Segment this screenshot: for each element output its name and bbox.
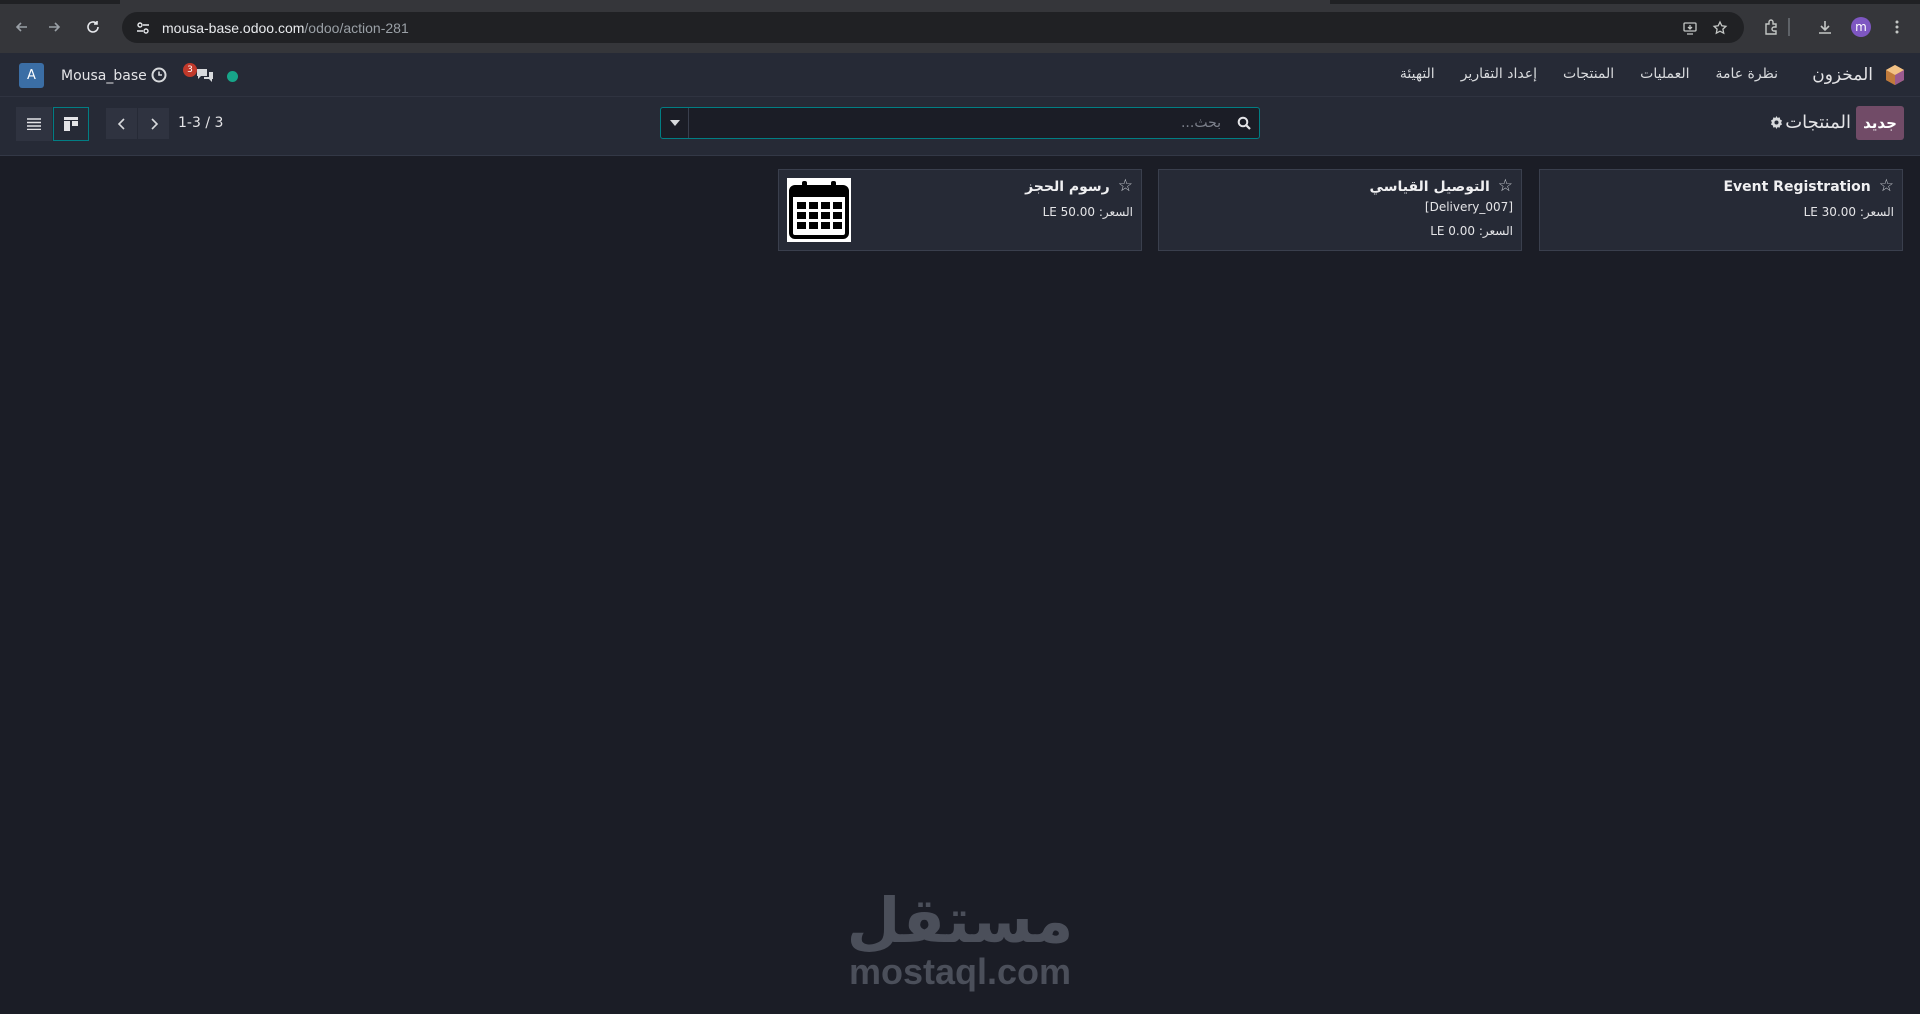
new-button[interactable]: جديد [1856, 106, 1904, 140]
favorite-star-icon[interactable]: ☆ [1879, 178, 1894, 195]
product-card[interactable]: ☆ التوصيل القياسي [Delivery_007] السعر: … [1158, 169, 1522, 251]
main-menu: نظرة عامة العمليات المنتجات إعداد التقار… [1400, 66, 1778, 82]
presence-status-dot [227, 71, 238, 82]
url-path: /odoo/action-281 [304, 19, 409, 36]
product-name: رسوم الحجز [1025, 178, 1110, 195]
product-price: السعر: LE 30.00 [1803, 205, 1894, 219]
downloads-icon[interactable] [1813, 15, 1837, 39]
gear-icon[interactable] [1767, 113, 1785, 131]
product-card[interactable]: ☆ رسوم الحجز السعر: LE 50.00 [778, 169, 1142, 251]
url-text[interactable]: mousa-base.odoo.com/odoo/action-281 [162, 20, 409, 36]
activity-clock-icon[interactable] [149, 65, 169, 85]
menu-operations[interactable]: العمليات [1640, 66, 1689, 82]
pager-next-icon[interactable] [138, 108, 169, 139]
page-title: المنتجات [1785, 112, 1851, 133]
control-panel: جديد المنتجات 1-3 / 3 [0, 97, 1920, 156]
message-count-badge: 3 [183, 63, 197, 77]
company-avatar[interactable]: A [19, 63, 44, 88]
menu-configuration[interactable]: التهيئة [1400, 66, 1435, 82]
search-box [660, 107, 1260, 139]
app-name[interactable]: المخزون [1812, 65, 1873, 85]
profile-avatar[interactable]: m [1851, 17, 1871, 37]
pager-previous-icon[interactable] [106, 108, 137, 139]
reload-icon[interactable] [81, 15, 105, 39]
calendar-icon [789, 181, 849, 239]
search-options-toggle[interactable] [661, 108, 689, 138]
menu-reporting[interactable]: إعداد التقارير [1461, 66, 1537, 82]
favorite-star-icon[interactable]: ☆ [1498, 178, 1513, 195]
bookmark-star-icon[interactable] [1708, 16, 1732, 40]
watermark-arabic: مستقل [846, 884, 1074, 957]
product-name: التوصيل القياسي [1369, 178, 1490, 195]
search-icon[interactable] [1229, 108, 1259, 138]
database-name[interactable]: Mousa_base [61, 68, 147, 84]
forward-icon[interactable] [42, 15, 66, 39]
menu-overview[interactable]: نظرة عامة [1715, 66, 1778, 82]
product-image [787, 178, 851, 242]
product-price: السعر: LE 0.00 [1430, 224, 1513, 238]
user-area: A Mousa_base [19, 63, 147, 88]
menu-products[interactable]: المنتجات [1563, 66, 1614, 82]
watermark-latin: mostaql.com [848, 951, 1072, 992]
browser-toolbar: mousa-base.odoo.com/odoo/action-281 m [0, 0, 1920, 53]
pager-value[interactable]: 1-3 / 3 [178, 115, 223, 131]
product-reference: [Delivery_007] [1424, 200, 1513, 214]
favorite-star-icon[interactable]: ☆ [1118, 178, 1133, 195]
odoo-navbar: المخزون نظرة عامة العمليات المنتجات إعدا… [0, 53, 1920, 97]
product-name: Event Registration [1723, 178, 1871, 195]
kanban-view-icon[interactable] [53, 107, 89, 141]
product-card[interactable]: ☆ Event Registration السعر: LE 30.00 [1539, 169, 1903, 251]
watermark: مستقل mostaql.com [845, 890, 1075, 992]
inventory-app-icon[interactable] [1884, 64, 1906, 86]
site-info-icon[interactable] [128, 16, 158, 40]
search-input[interactable] [689, 108, 1229, 138]
address-bar[interactable]: mousa-base.odoo.com/odoo/action-281 [122, 12, 1744, 43]
back-icon[interactable] [10, 15, 34, 39]
chrome-menu-icon[interactable] [1885, 15, 1909, 39]
install-app-icon[interactable] [1678, 16, 1702, 40]
product-price: السعر: LE 50.00 [1042, 205, 1133, 219]
url-host: mousa-base.odoo.com [162, 19, 305, 36]
toolbar-divider [1788, 18, 1790, 36]
extensions-icon[interactable] [1760, 15, 1784, 39]
list-view-icon[interactable] [16, 107, 52, 141]
